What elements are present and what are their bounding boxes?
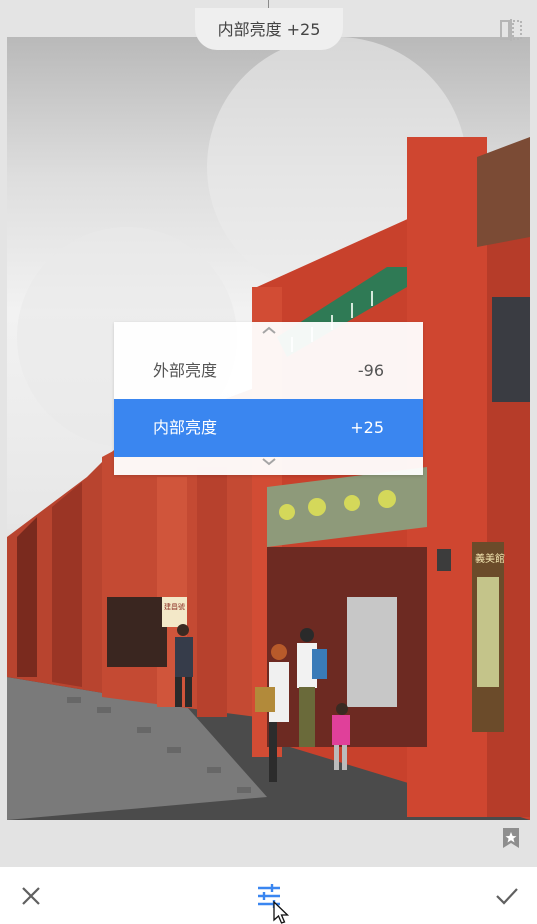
shop-sign-left: 建昌號 <box>164 602 185 611</box>
close-icon[interactable] <box>17 882 45 910</box>
star-bookmark-icon[interactable] <box>501 827 521 849</box>
check-icon[interactable] <box>493 882 521 910</box>
mouse-cursor-icon <box>272 900 292 924</box>
lower-strip <box>0 820 537 867</box>
menu-item-label: 内部亮度 <box>153 418 218 437</box>
compare-icon[interactable] <box>498 18 524 42</box>
menu-item-label: 外部亮度 <box>153 361 218 380</box>
bottom-toolbar <box>0 867 537 924</box>
chevron-up-icon[interactable] <box>114 324 423 344</box>
menu-item-value: -96 <box>357 361 384 380</box>
menu-item-outer-brightness[interactable]: 外部亮度 -96 <box>114 342 423 400</box>
chevron-down-icon[interactable] <box>114 456 423 476</box>
menu-item-value: +25 <box>350 418 384 437</box>
menu-item-inner-brightness[interactable]: 内部亮度 +25 <box>114 399 423 457</box>
adjustment-menu: 外部亮度 -96 内部亮度 +25 <box>114 322 423 475</box>
top-indicator-line <box>268 0 269 8</box>
shop-sign-right: 義美館 <box>475 552 505 565</box>
editor-screen: 内部亮度 +25 義美館 建昌號 外部亮度 -96 内部亮度 +25 <box>0 0 537 924</box>
adjustment-value-label: 内部亮度 +25 <box>195 8 343 50</box>
